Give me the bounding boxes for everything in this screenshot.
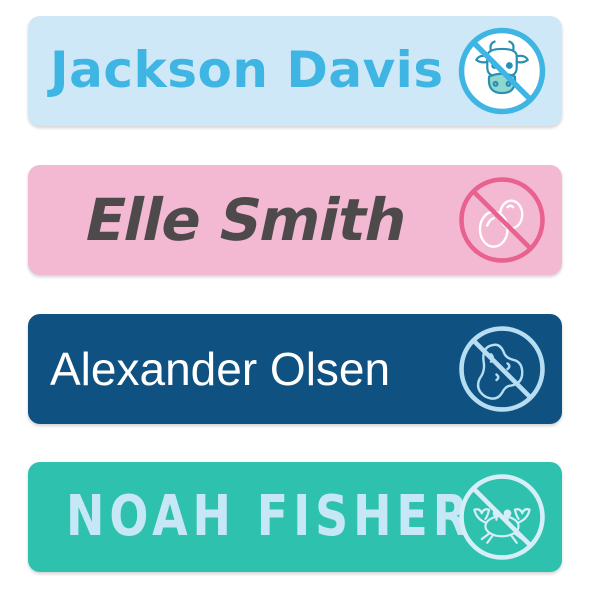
no-dairy-icon	[456, 25, 548, 117]
no-shellfish-icon	[456, 471, 548, 563]
name-label-jackson-davis: Jackson Davis	[28, 16, 562, 126]
label-name: NOAH FISHER	[66, 484, 474, 549]
name-label-alexander-olsen: Alexander Olsen	[28, 314, 562, 424]
no-peanut-icon	[456, 323, 548, 415]
name-label-noah-fisher: NOAH FISHER	[28, 462, 562, 572]
label-name: Elle Smith	[78, 186, 414, 254]
no-egg-icon	[456, 174, 548, 266]
name-label-elle-smith: Elle Smith	[28, 165, 562, 275]
label-name: Alexander Olsen	[50, 343, 391, 395]
label-name: Jackson Davis	[50, 41, 444, 99]
